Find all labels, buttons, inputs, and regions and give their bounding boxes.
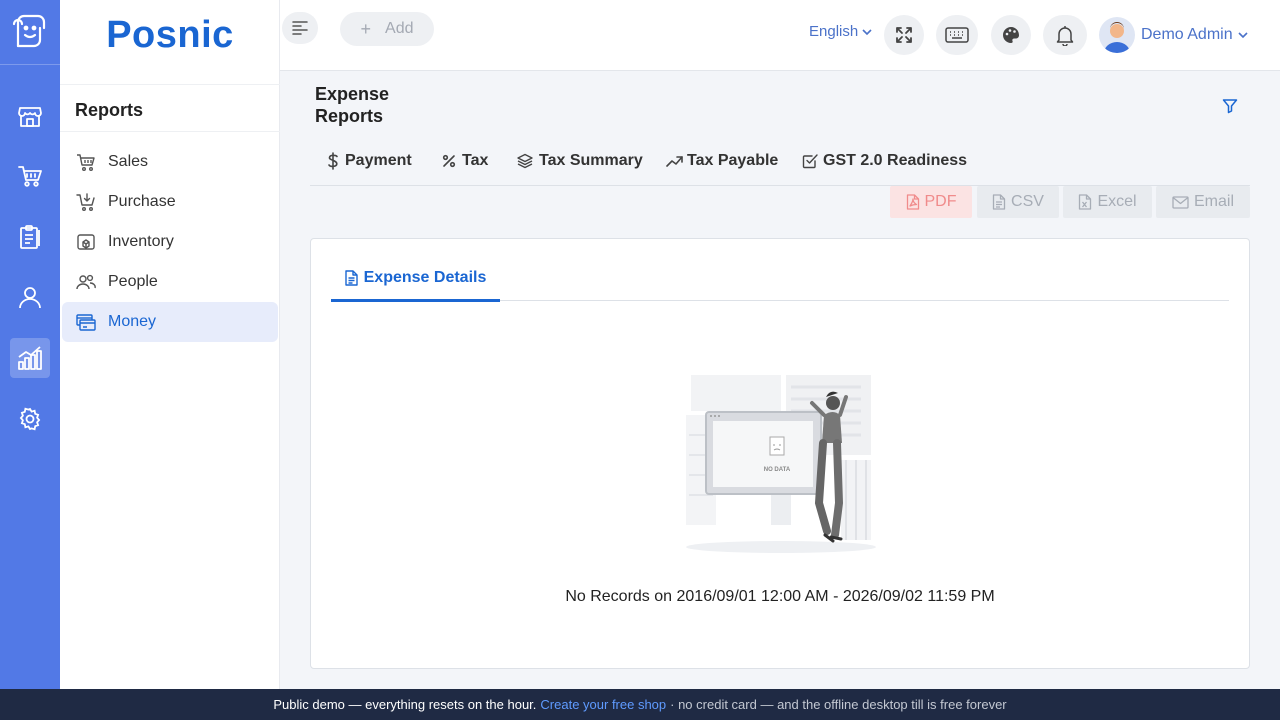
theme-button[interactable] xyxy=(991,15,1031,55)
expense-details-card: Expense Details NO DATA No Records on 20… xyxy=(310,238,1250,669)
tab-gst-readiness[interactable]: GST 2.0 Readiness xyxy=(802,152,967,170)
no-data-label: NO DATA xyxy=(764,467,791,473)
top-bar: + Add English Demo Admin xyxy=(280,0,1280,71)
tab-label: GST 2.0 Readiness xyxy=(823,152,968,169)
sidebar-item-purchase[interactable]: Purchase xyxy=(62,182,278,222)
tab-tax[interactable]: Tax xyxy=(442,152,488,170)
chevron-down-icon xyxy=(862,28,872,35)
tab-payment[interactable]: Payment xyxy=(327,152,412,170)
bell-icon xyxy=(1056,26,1074,46)
export-label: Email xyxy=(1193,193,1234,210)
sidebar-item-sales[interactable]: Sales xyxy=(62,142,278,182)
dollar-icon xyxy=(327,152,339,170)
avatar xyxy=(1099,17,1135,53)
demo-footer-banner: Public demo — everything resets on the h… xyxy=(0,689,1280,720)
user-menu[interactable]: Demo Admin xyxy=(1099,17,1249,53)
add-button-label: Add xyxy=(385,20,414,37)
tab-label: Tax Summary xyxy=(539,152,643,169)
gear-icon[interactable] xyxy=(10,399,50,439)
store-icon[interactable] xyxy=(10,96,50,136)
clipboard-icon[interactable] xyxy=(10,217,50,257)
create-shop-link[interactable]: Create your free shop xyxy=(540,697,666,712)
trend-up-icon xyxy=(666,154,684,168)
filter-icon[interactable] xyxy=(1222,98,1238,119)
language-label: English xyxy=(809,23,859,40)
collapse-menu-button[interactable] xyxy=(282,12,318,44)
export-csv-button[interactable]: CSV xyxy=(977,186,1059,218)
app-logo-icon[interactable] xyxy=(10,12,50,52)
export-pdf-button[interactable]: PDF xyxy=(890,186,972,218)
cart-icon[interactable] xyxy=(10,156,50,196)
file-text-icon xyxy=(344,270,358,286)
layers-icon xyxy=(517,153,533,169)
export-label: Excel xyxy=(1097,193,1137,210)
tab-tax-summary[interactable]: Tax Summary xyxy=(517,152,643,170)
reports-sidebar: Posnic Reports Sales Purchase Inventory … xyxy=(60,0,280,689)
fullscreen-button[interactable] xyxy=(884,15,924,55)
plus-icon: + xyxy=(360,18,372,39)
icon-rail xyxy=(0,0,60,689)
rail-divider xyxy=(0,64,60,65)
chevron-down-icon xyxy=(1238,32,1248,39)
tab-expense-details[interactable]: Expense Details xyxy=(331,263,500,302)
file-pdf-icon xyxy=(906,194,920,210)
percent-icon xyxy=(442,154,456,168)
sidebar-item-label: Inventory xyxy=(108,233,174,250)
palette-icon xyxy=(1003,27,1019,43)
card-tabs: Expense Details xyxy=(331,263,1229,302)
menu-align-icon xyxy=(292,21,308,35)
envelope-icon xyxy=(1172,195,1189,209)
basket-icon xyxy=(75,151,97,173)
box-icon xyxy=(75,231,97,253)
check-square-icon xyxy=(802,153,818,169)
sidebar-item-inventory[interactable]: Inventory xyxy=(62,222,278,262)
divider xyxy=(60,131,280,132)
cart-download-icon xyxy=(75,191,97,213)
brand-logo[interactable]: Posnic xyxy=(60,14,280,57)
tab-label: Payment xyxy=(345,152,412,169)
keyboard-icon xyxy=(945,27,969,43)
export-excel-button[interactable]: Excel xyxy=(1063,186,1152,218)
divider xyxy=(60,84,280,85)
export-email-button[interactable]: Email xyxy=(1156,186,1250,218)
sidebar-item-label: People xyxy=(108,273,158,290)
page-title-line: Reports xyxy=(315,106,384,126)
sidebar-item-people[interactable]: People xyxy=(62,262,278,302)
no-data-illustration: NO DATA xyxy=(681,375,881,555)
page-title: Expense Reports xyxy=(315,83,405,127)
reports-chart-icon[interactable] xyxy=(10,338,50,378)
card-tab-label: Expense Details xyxy=(363,269,487,286)
sidebar-item-money[interactable]: Money xyxy=(62,302,278,342)
fullscreen-icon xyxy=(896,27,912,43)
footer-note: · no credit card — and the offline deskt… xyxy=(670,697,1007,712)
tab-tax-payable[interactable]: Tax Payable xyxy=(666,152,778,170)
file-csv-icon xyxy=(992,194,1006,210)
keyboard-button[interactable] xyxy=(936,15,978,55)
sidebar-item-label: Money xyxy=(108,313,157,330)
money-icon xyxy=(75,311,97,333)
file-excel-icon xyxy=(1078,194,1092,210)
tab-label: Tax xyxy=(462,152,489,169)
language-select[interactable]: English xyxy=(809,23,873,40)
export-label: CSV xyxy=(1011,193,1044,210)
add-button[interactable]: + Add xyxy=(340,12,434,46)
notifications-button[interactable] xyxy=(1043,15,1087,55)
user-icon[interactable] xyxy=(10,277,50,317)
user-name: Demo Admin xyxy=(1141,26,1233,43)
export-label: PDF xyxy=(924,193,957,210)
sidebar-item-label: Sales xyxy=(108,153,149,170)
people-icon xyxy=(75,271,97,293)
sidebar-title: Reports xyxy=(75,100,144,120)
no-records-message: No Records on 2016/09/01 12:00 AM - 2026… xyxy=(565,588,995,605)
report-tabs: Payment Tax Tax Summary Tax Payable GST … xyxy=(310,140,1250,186)
sidebar-item-label: Purchase xyxy=(108,193,176,210)
footer-text: Public demo — everything resets on the h… xyxy=(273,697,537,712)
page-title-line: Expense xyxy=(315,84,390,104)
tab-label: Tax Payable xyxy=(687,152,779,169)
